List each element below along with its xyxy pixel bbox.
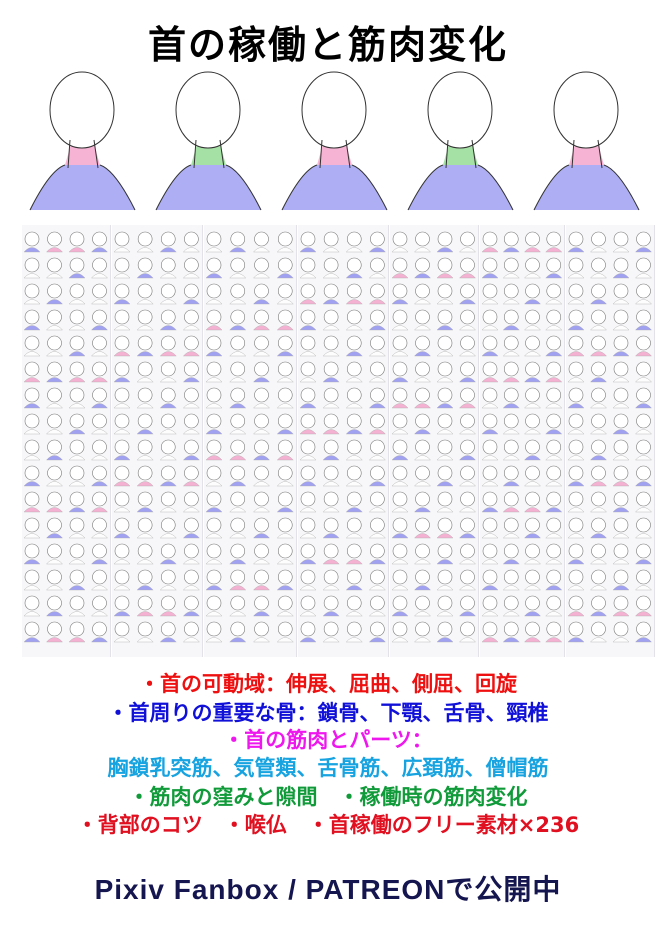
page-title: 首の稼働と筋肉変化 [147,22,508,67]
thumbnail-column [22,225,111,657]
feature-muscles-heading: ・首の筋肉とパーツ： [223,728,433,752]
neck-head-sketch [29,71,136,211]
thumbnail-column [480,225,565,657]
feature-range-of-motion: ・首の可動域：伸展、屈曲、側屈、回旋 [139,672,517,696]
neck-head-sketch [533,71,640,211]
thumbnail-column [204,225,297,657]
thumbnail-column [390,225,479,657]
neck-head-sketch [281,71,388,211]
footer-availability: Pixiv Fanbox / PATREONで公開中 [94,874,562,905]
neck-head-sketch [155,71,262,211]
feature-hollows: ・筋肉の窪みと隙間 ・稼働時の筋肉変化 [128,785,528,809]
thumbnail-column [566,225,655,657]
neck-illustrations [20,70,640,220]
neck-head-sketch [407,71,514,211]
feature-bones: ・首周りの重要な骨：鎖骨、下顎、舌骨、頸椎 [107,701,549,725]
reference-thumbnail-collage [22,225,655,657]
feature-extras: ・背部のコツ ・喉仏 ・首稼働のフリー素材×236 [76,813,580,837]
thumbnail-column [298,225,389,657]
thumbnail-column [112,225,203,657]
feature-muscles-list: 胸鎖乳突筋、気管類、舌骨筋、広頚筋、僧帽筋 [107,756,549,780]
